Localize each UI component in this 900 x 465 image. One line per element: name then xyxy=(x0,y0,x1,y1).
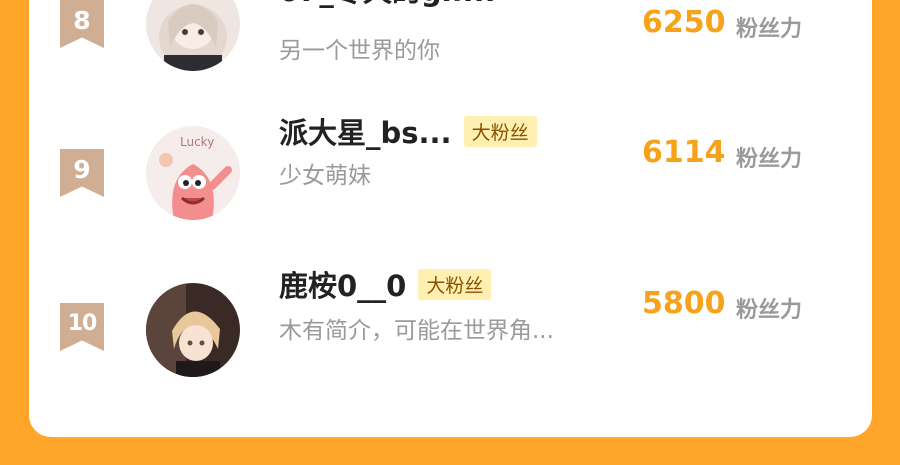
avatar[interactable] xyxy=(146,0,240,71)
ranking-row[interactable]: 8 07_冬天的gif... 另一个世界的你 6250 粉丝力 xyxy=(29,0,872,71)
ranking-row[interactable]: 10 鹿桉0__0 大粉丝 木有简介，可能在世界角... 5800 粉丝力 xyxy=(29,268,872,377)
rank-flag: 8 xyxy=(60,0,104,48)
user-intro: 木有简介，可能在世界角... xyxy=(279,318,554,344)
user-intro: 另一个世界的你 xyxy=(279,38,440,64)
fan-power-score: 6250 xyxy=(642,5,726,40)
fan-power-unit: 粉丝力 xyxy=(736,147,803,172)
fan-power-score: 6114 xyxy=(642,135,726,170)
fan-power-score: 5800 xyxy=(642,286,726,321)
user-name[interactable]: 派大星_bs... xyxy=(279,110,452,152)
avatar[interactable]: Lucky xyxy=(146,126,240,220)
super-fan-badge: 大粉丝 xyxy=(418,268,492,300)
rank-flag: 10 xyxy=(60,303,104,351)
user-name[interactable]: 鹿桉0__0 xyxy=(279,263,406,305)
user-intro: 少女萌妹 xyxy=(279,163,371,189)
user-name[interactable]: 07_冬天的gif... xyxy=(279,0,496,10)
rank-flag: 9 xyxy=(60,149,104,197)
fan-power-unit: 粉丝力 xyxy=(736,17,803,42)
ranking-row[interactable]: 9 Lucky 派大星_bs... 大粉丝 少女萌妹 6114 粉丝力 xyxy=(29,115,872,222)
fan-power-unit: 粉丝力 xyxy=(736,298,803,323)
fan-ranking-card: 8 07_冬天的gif... 另一个世界的你 6250 粉丝力 9 Lucky xyxy=(29,0,872,437)
super-fan-badge: 大粉丝 xyxy=(463,115,537,147)
avatar[interactable] xyxy=(146,283,240,377)
avatar-lucky-text: Lucky xyxy=(180,135,214,149)
